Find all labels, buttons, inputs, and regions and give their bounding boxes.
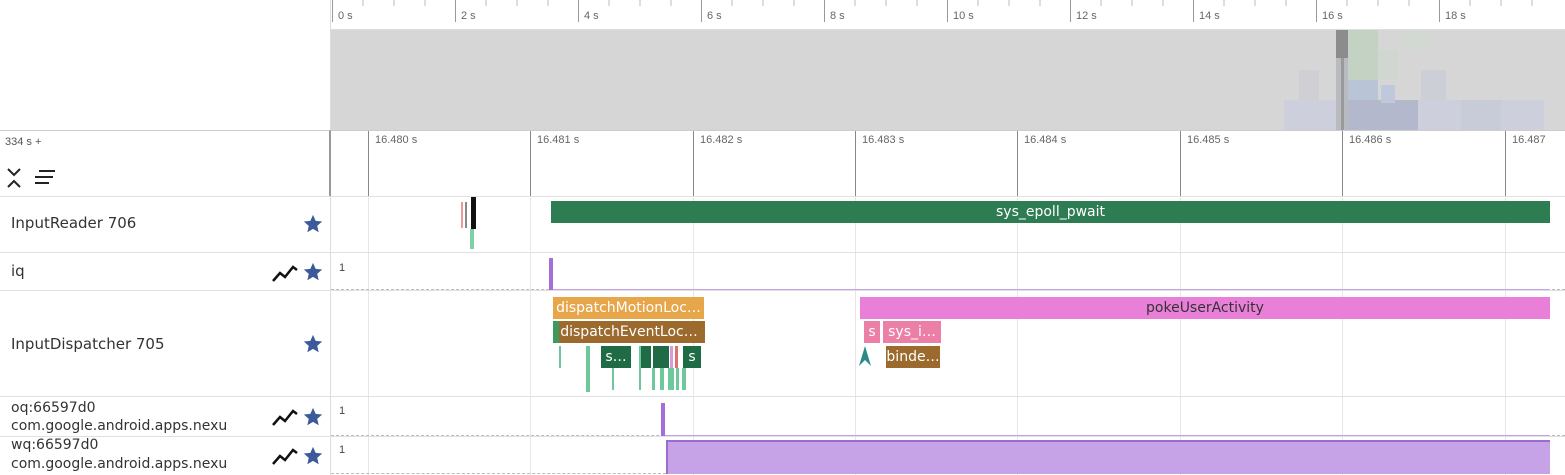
overview-timeline[interactable] [331, 30, 1565, 130]
track-header-input-dispatcher[interactable]: InputDispatcher 705 [0, 290, 331, 396]
slice-sys-i[interactable]: sys_i… [883, 321, 941, 343]
detail-tick: 16.482 s [700, 134, 743, 146]
slice-s-pink[interactable]: s [864, 321, 880, 343]
detail-tick: 16.487 [1512, 134, 1546, 146]
counter-bar [661, 403, 665, 436]
star-icon[interactable] [302, 445, 324, 467]
star-icon[interactable] [302, 213, 324, 235]
track-input-dispatcher[interactable]: dispatchMotionLoc… dispatchEventLoc… s… … [331, 290, 1565, 396]
thread-state-marker [471, 197, 476, 229]
tick-line [1505, 131, 1506, 197]
track-panel-header: 334 s + [0, 130, 331, 196]
slice-sys-epoll-pwait[interactable]: sys_epoll_pwait [551, 201, 1550, 223]
trend-chart-icon[interactable] [271, 263, 299, 283]
track-name: iq [11, 262, 25, 280]
track-header-iq[interactable]: iq [0, 252, 331, 290]
counter-area [666, 440, 1550, 474]
tick-line [693, 131, 694, 197]
tick-line [855, 131, 856, 197]
star-icon[interactable] [302, 406, 324, 428]
counter-baseline [331, 473, 666, 474]
collapse-all-icon[interactable] [6, 167, 22, 189]
slice-poke-user-activity[interactable]: pokeUserActivity [860, 297, 1550, 319]
minor-ticks [362, 0, 1533, 6]
flow-arrow-icon[interactable] [858, 345, 872, 367]
star-icon[interactable] [302, 333, 324, 355]
detail-tick: 16.485 s [1187, 134, 1230, 146]
counter-scale: 1 [339, 405, 346, 417]
tick-line [1017, 131, 1018, 197]
track-header-oq[interactable]: oq:66597d0 com.google.android.apps.nexu [0, 396, 331, 436]
tick-line [368, 131, 369, 197]
overview-time-ruler[interactable]: 0 s 2 s 4 s 6 s 8 s 10 s 12 s 14 s 16 s … [331, 0, 1565, 30]
slice-fragment [553, 321, 559, 343]
counter-bar [549, 258, 553, 290]
slice-binder[interactable]: binde… [886, 346, 940, 368]
thread-state-marker [470, 229, 474, 249]
counter-scale: 1 [339, 262, 346, 274]
track-name: oq:66597d0 [11, 400, 96, 416]
slice-dispatch-event[interactable]: dispatchEventLoc… [553, 321, 705, 343]
track-name: InputReader 706 [11, 214, 137, 232]
detail-tick: 16.480 s [375, 134, 418, 146]
track-header-input-reader[interactable]: InputReader 706 [0, 196, 331, 252]
detail-tick: 16.481 s [537, 134, 580, 146]
track-oq[interactable]: 1 [331, 396, 1565, 437]
tick-line [1180, 131, 1181, 197]
track-subname: com.google.android.apps.nexu [11, 456, 228, 472]
filter-lines-icon[interactable] [33, 169, 57, 185]
detail-tick: 16.484 s [1024, 134, 1067, 146]
detail-tick: 16.483 s [862, 134, 905, 146]
trend-chart-icon[interactable] [271, 407, 299, 427]
detail-tick: 16.486 s [1349, 134, 1392, 146]
trend-chart-icon[interactable] [271, 446, 299, 466]
tick-line [530, 131, 531, 197]
track-header-wq[interactable]: wq:66597d0 com.google.android.apps.nexu [0, 436, 331, 475]
track-wq[interactable]: 1 [331, 436, 1565, 475]
thread-state-marker [461, 202, 463, 228]
tick-line [1342, 131, 1343, 197]
time-offset-label: 334 s + [5, 136, 42, 148]
track-name: wq:66597d0 [11, 437, 99, 453]
slice-dispatch-motion[interactable]: dispatchMotionLoc… [553, 297, 704, 319]
track-subname: com.google.android.apps.nexu [11, 418, 228, 434]
track-iq[interactable]: 1 [331, 252, 1565, 291]
overview-activity-heatmap [1284, 30, 1544, 130]
overview-left-gutter [0, 0, 331, 130]
thread-state-clutter [559, 346, 686, 392]
star-icon[interactable] [302, 261, 324, 283]
track-name: InputDispatcher 705 [11, 335, 165, 353]
thread-state-marker [465, 202, 467, 228]
counter-scale: 1 [339, 444, 346, 456]
detail-time-ruler[interactable]: 16.480 s 16.481 s 16.482 s 16.483 s 16.4… [331, 130, 1565, 197]
track-input-reader[interactable]: sys_epoll_pwait [331, 196, 1565, 252]
